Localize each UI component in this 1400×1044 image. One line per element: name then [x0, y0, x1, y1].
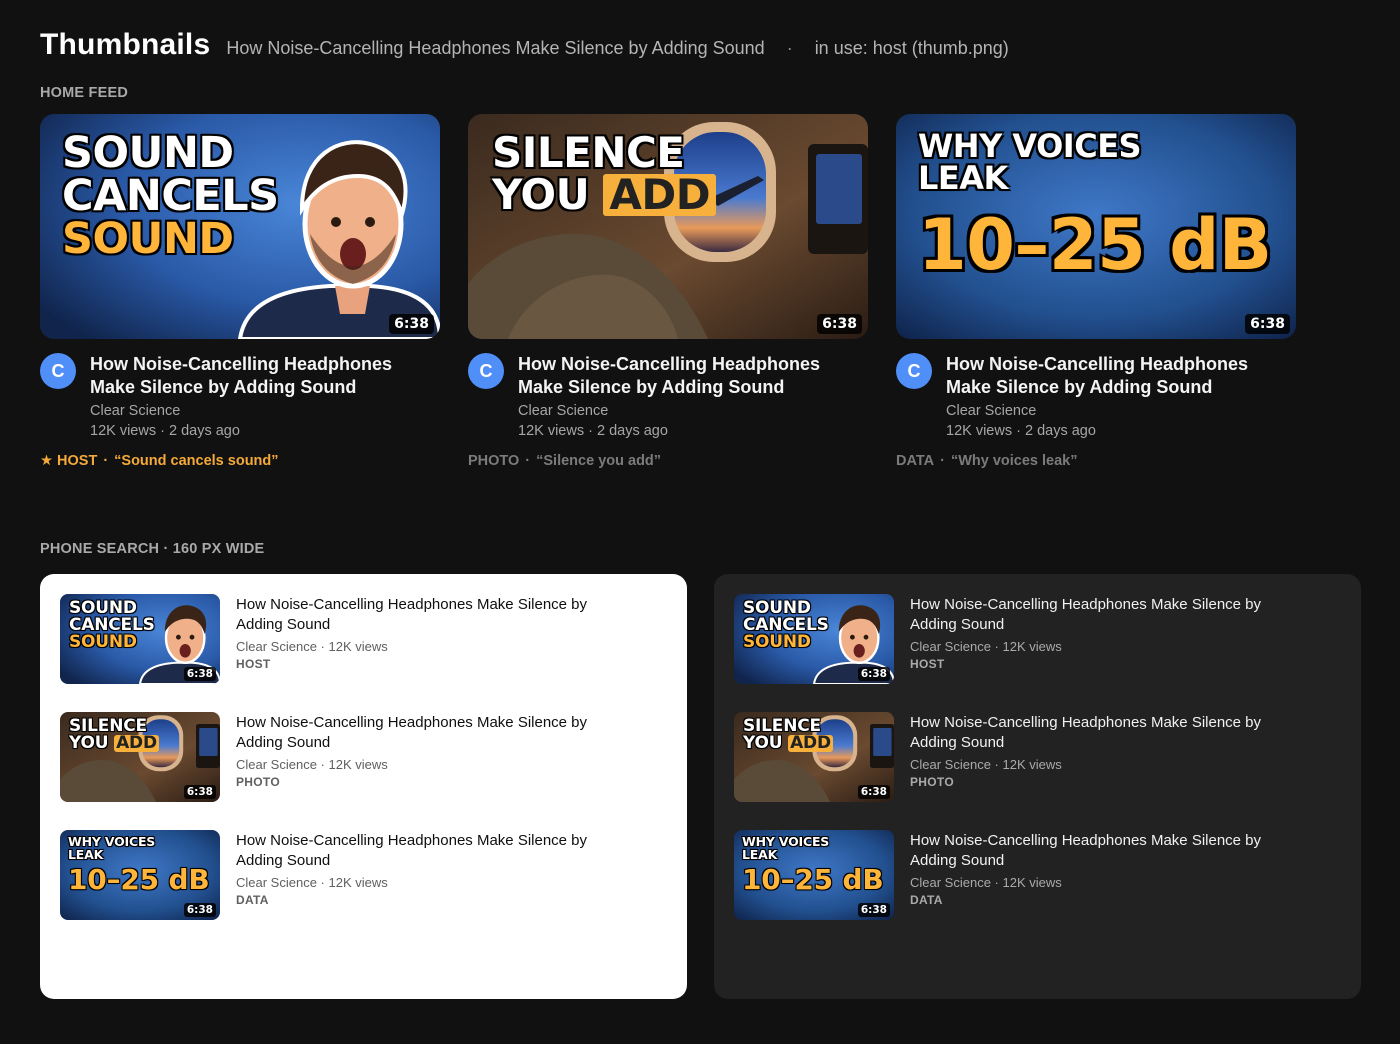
duration-badge: 6:38: [389, 314, 434, 334]
thumbnail-data[interactable]: WHY VOICES LEAK 10–25 dB 6:38: [896, 114, 1296, 339]
phone-search-dark-panel: SOUND CANCELS SOUND 6:38 How Noise-Cance…: [714, 574, 1361, 999]
video-title[interactable]: How Noise-Cancelling Headphones Make Sil…: [236, 595, 636, 635]
thumbnail-photo[interactable]: SILENCE YOU ADD 6:38: [468, 114, 868, 339]
search-thumbnail-data[interactable]: WHY VOICES LEAK 10–25 dB 6:38: [60, 830, 220, 920]
data-thumb-headline: WHY VOICES LEAK: [918, 127, 1142, 197]
channel-views: Clear Science · 12K views: [236, 639, 388, 654]
video-stats: 12K views · 2 days ago: [946, 423, 1096, 439]
in-use-status: in use: host (thumb.png): [814, 38, 1009, 58]
feed-card-data[interactable]: WHY VOICES LEAK 10–25 dB 6:38 C How Nois…: [896, 114, 1296, 469]
duration-badge: 6:38: [857, 785, 890, 799]
home-feed-label: HOME FEED: [40, 85, 128, 101]
search-thumbnail-photo[interactable]: SILENCE YOU ADD 6:38: [60, 712, 220, 802]
page-header: Thumbnails How Noise-Cancelling Headphon…: [40, 28, 1009, 62]
video-title[interactable]: How Noise-Cancelling Headphones Make Sil…: [946, 353, 1296, 399]
variant-name: DATA: [236, 893, 269, 907]
video-title[interactable]: How Noise-Cancelling Headphones Make Sil…: [90, 353, 440, 399]
variant-tag-photo: PHOTO · “Silence you add”: [468, 453, 662, 469]
channel-name[interactable]: Clear Science: [90, 401, 440, 421]
variant-quote: “Sound cancels sound”: [114, 453, 279, 469]
channel-name[interactable]: Clear Science: [518, 401, 868, 421]
variant-name: HOST: [57, 453, 98, 469]
phone-search-light-panel: SOUND CANCELS SOUND 6:38 How Noise-Cance…: [40, 574, 687, 999]
search-thumbnail-host[interactable]: SOUND CANCELS SOUND 6:38: [60, 594, 220, 684]
duration-badge: 6:38: [1245, 314, 1290, 334]
phone-search-label: PHONE SEARCH · 160 PX WIDE: [40, 541, 265, 557]
channel-views: Clear Science · 12K views: [910, 757, 1062, 772]
channel-avatar[interactable]: C: [896, 353, 932, 389]
variant-name: HOST: [236, 657, 271, 671]
search-thumbnail-photo[interactable]: SILENCE YOU ADD 6:38: [734, 712, 894, 802]
search-thumbnail-data[interactable]: WHY VOICES LEAK 10–25 dB 6:38: [734, 830, 894, 920]
video-title[interactable]: How Noise-Cancelling Headphones Make Sil…: [910, 713, 1310, 753]
search-thumbnail-host[interactable]: SOUND CANCELS SOUND 6:38: [734, 594, 894, 684]
thumbnail-host[interactable]: SOUND CANCELS SOUND 6:38: [40, 114, 440, 339]
variant-name: DATA: [910, 893, 943, 907]
duration-badge: 6:38: [183, 903, 216, 917]
channel-name[interactable]: Clear Science: [946, 401, 1296, 421]
variant-name: PHOTO: [236, 775, 280, 789]
duration-badge: 6:38: [817, 314, 862, 334]
feed-card-photo[interactable]: SILENCE YOU ADD 6:38 C How Noise-Cancell…: [468, 114, 868, 469]
video-title[interactable]: How Noise-Cancelling Headphones Make Sil…: [910, 595, 1310, 635]
header-separator: ·: [786, 38, 793, 58]
channel-views: Clear Science · 12K views: [236, 875, 388, 890]
channel-views: Clear Science · 12K views: [236, 757, 388, 772]
variant-name: HOST: [910, 657, 945, 671]
host-thumb-headline: SOUND CANCELS SOUND: [743, 598, 829, 652]
star-icon: ★: [40, 453, 53, 469]
variant-name: DATA: [896, 453, 935, 469]
duration-badge: 6:38: [183, 667, 216, 681]
photo-thumb-headline: SILENCE YOU ADD: [743, 716, 833, 753]
host-thumb-headline: SOUND CANCELS SOUND: [62, 128, 279, 264]
video-title[interactable]: How Noise-Cancelling Headphones Make Sil…: [518, 353, 868, 399]
channel-views: Clear Science · 12K views: [910, 875, 1062, 890]
search-result-photo[interactable]: SILENCE YOU ADD 6:38 How Noise-Cancellin…: [734, 712, 1341, 802]
variant-name: PHOTO: [910, 775, 954, 789]
data-thumb-figure: 10–25 dB: [742, 863, 884, 896]
video-title-subtitle: How Noise-Cancelling Headphones Make Sil…: [226, 38, 765, 58]
video-meta: C How Noise-Cancelling Headphones Make S…: [468, 353, 868, 441]
duration-badge: 6:38: [183, 785, 216, 799]
video-stats: 12K views · 2 days ago: [518, 423, 668, 439]
variant-quote: “Why voices leak”: [950, 453, 1078, 469]
variant-name: PHOTO: [468, 453, 520, 469]
data-thumb-headline: WHY VOICES LEAK: [742, 834, 830, 862]
data-thumb-headline: WHY VOICES LEAK: [68, 834, 156, 862]
video-title[interactable]: How Noise-Cancelling Headphones Make Sil…: [236, 831, 636, 871]
host-thumb-headline: SOUND CANCELS SOUND: [69, 598, 155, 652]
video-title[interactable]: How Noise-Cancelling Headphones Make Sil…: [910, 831, 1310, 871]
search-result-photo[interactable]: SILENCE YOU ADD 6:38 How Noise-Cancellin…: [60, 712, 667, 802]
search-result-host[interactable]: SOUND CANCELS SOUND 6:38 How Noise-Cance…: [734, 594, 1341, 684]
channel-views: Clear Science · 12K views: [910, 639, 1062, 654]
variant-tag-host: ★ HOST · “Sound cancels sound”: [40, 453, 279, 469]
photo-thumb-headline: SILENCE YOU ADD: [492, 132, 717, 216]
channel-avatar[interactable]: C: [468, 353, 504, 389]
data-thumb-figure: 10–25 dB: [68, 863, 210, 896]
page-title: Thumbnails: [40, 28, 211, 61]
video-meta: C How Noise-Cancelling Headphones Make S…: [40, 353, 440, 441]
video-title[interactable]: How Noise-Cancelling Headphones Make Sil…: [236, 713, 636, 753]
video-stats: 12K views · 2 days ago: [90, 423, 240, 439]
channel-avatar[interactable]: C: [40, 353, 76, 389]
duration-badge: 6:38: [857, 667, 890, 681]
search-result-data[interactable]: WHY VOICES LEAK 10–25 dB 6:38 How Noise-…: [734, 830, 1341, 920]
data-thumb-figure: 10–25 dB: [918, 204, 1272, 286]
search-result-host[interactable]: SOUND CANCELS SOUND 6:38 How Noise-Cance…: [60, 594, 667, 684]
video-meta: C How Noise-Cancelling Headphones Make S…: [896, 353, 1296, 441]
search-result-data[interactable]: WHY VOICES LEAK 10–25 dB 6:38 How Noise-…: [60, 830, 667, 920]
variant-quote: “Silence you add”: [536, 453, 662, 469]
duration-badge: 6:38: [857, 903, 890, 917]
photo-thumb-headline: SILENCE YOU ADD: [69, 716, 159, 753]
feed-card-host[interactable]: SOUND CANCELS SOUND 6:38 C How Noise-Can…: [40, 114, 440, 469]
variant-tag-data: DATA · “Why voices leak”: [896, 453, 1078, 469]
